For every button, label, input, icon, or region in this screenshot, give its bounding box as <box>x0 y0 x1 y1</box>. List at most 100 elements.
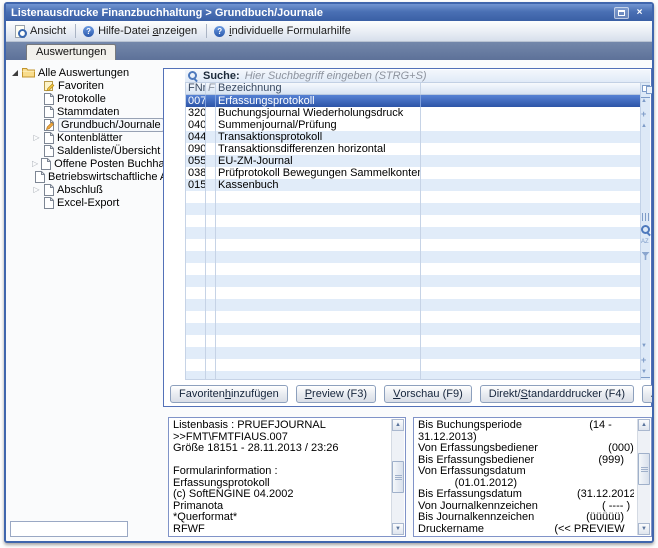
direkt-standarddrucker-f4-button[interactable]: Direkt/Standarddrucker (F4) <box>480 385 634 403</box>
cell-fnr: 015 <box>186 179 206 191</box>
tree-item-protokolle[interactable]: Protokolle <box>32 92 166 105</box>
table-row-empty <box>186 299 640 311</box>
document-icon <box>44 145 54 157</box>
cell-flag <box>206 275 216 287</box>
tree-item-favoriten[interactable]: Favoriten <box>32 79 166 92</box>
column-chooser-icon[interactable] <box>642 85 650 92</box>
cell-bezeichnung <box>216 335 421 347</box>
favoriten-hinzufugen-button[interactable]: Favoriten hinzufügen <box>170 385 288 403</box>
tree-item-label: Favoriten <box>58 80 104 92</box>
columns-icon[interactable] <box>642 213 649 221</box>
tab-auswertungen[interactable]: Auswertungen <box>26 44 116 60</box>
scroll-up-icon[interactable]: ▲ <box>641 123 650 132</box>
column-header-bezeichnung[interactable]: Bezeichnung <box>216 83 421 94</box>
table-row[interactable]: 090Transaktionsdifferenzen horizontal <box>186 143 640 155</box>
cell-bezeichnung <box>216 359 421 371</box>
tree-item-betriebswirtschaftliche-auswertungen[interactable]: Betriebswirtschaftliche Auswertungen <box>32 170 166 183</box>
strip-corner <box>641 83 650 92</box>
scroll-up-button[interactable]: ▲ <box>392 419 404 431</box>
column-header-f[interactable]: F <box>206 83 216 94</box>
table-row[interactable]: 320Buchungsjournal Wiederholungsdruck <box>186 107 640 119</box>
cell-bezeichnung <box>216 347 421 359</box>
tree-item-stammdaten[interactable]: Stammdaten <box>32 105 166 118</box>
scrollbar[interactable]: ▲▼ <box>391 419 404 535</box>
column-header-fnr[interactable]: FNr <box>186 83 206 94</box>
scrollbar[interactable]: ▲▼ <box>637 419 650 535</box>
ansicht-button[interactable]: Ansicht <box>10 24 72 38</box>
tree-item-abschluss[interactable]: ▷ Abschluß <box>32 183 166 196</box>
scrollbar-thumb[interactable] <box>392 461 404 493</box>
table-row[interactable]: 015Kassenbuch <box>186 179 640 191</box>
table-row[interactable]: 007 Erfassungsprotokoll <box>186 95 640 107</box>
tree-item-offene-posten-buchhaltung[interactable]: ▷Offene Posten Buchhaltung <box>32 157 166 170</box>
table-row[interactable]: 038Prüfprotokoll Bewegungen Sammelkonten <box>186 167 640 179</box>
cell-bezeichnung <box>216 239 421 251</box>
table-row[interactable]: 040Summenjournal/Prüfung <box>186 119 640 131</box>
bottom-left-field[interactable] <box>10 521 128 537</box>
table-row-empty <box>186 275 640 287</box>
search-icon[interactable] <box>641 225 651 235</box>
search-bar[interactable]: Suche: Hier Suchbegriff eingeben (STRG+S… <box>185 70 650 83</box>
cell-flag <box>206 371 216 380</box>
table-row-empty <box>186 251 640 263</box>
tree-item-kontenblatter[interactable]: ▷ Kontenblätter <box>32 131 166 144</box>
sort-az-icon[interactable]: AZ <box>641 239 650 248</box>
table-row[interactable]: 044Transaktionsprotokoll <box>186 131 640 143</box>
scroll-up-button[interactable]: ▲ <box>638 419 650 431</box>
expander-closed-icon[interactable]: ▷ <box>32 133 41 142</box>
view-icon <box>14 25 26 37</box>
expander-closed-icon[interactable]: ▷ <box>32 185 41 194</box>
hilfe-datei-anzeigen-button[interactable]: ?Hilfe-Datei anzeigen <box>79 24 203 38</box>
vorschau-f9-button[interactable]: Vorschau (F9) <box>384 385 472 403</box>
close-button[interactable]: × <box>632 7 647 19</box>
tree-item-saldenliste-ubersicht[interactable]: Saldenliste/Übersicht <box>32 144 166 157</box>
tree-item-excel-export[interactable]: Excel-Export <box>32 196 166 209</box>
jump-bottom-icon[interactable]: ▼ <box>641 369 650 378</box>
individuelle-formularhilfe-button[interactable]: ?individuelle Formularhilfe <box>210 24 357 38</box>
tree-item-grundbuch-journale[interactable]: Grundbuch/Journale <box>32 118 166 131</box>
move-down-icon[interactable]: + <box>641 356 650 365</box>
restore-button[interactable] <box>614 7 629 19</box>
cell-bezeichnung <box>216 287 421 299</box>
table-row[interactable]: 055EU-ZM-Journal <box>186 155 640 167</box>
tree-item-label: Kontenblätter <box>57 132 122 144</box>
favorites-icon <box>44 80 55 92</box>
cell-flag <box>206 179 216 191</box>
jump-top-icon[interactable]: ▲ <box>641 97 650 106</box>
expander-closed-icon[interactable]: ▷ <box>32 159 38 168</box>
preview-f3-button[interactable]: Preview (F3) <box>296 385 376 403</box>
cell-flag <box>206 107 216 119</box>
toolbar-separator <box>75 24 76 38</box>
cell-fnr: 007 <box>186 95 206 107</box>
scroll-down-button[interactable]: ▼ <box>392 523 404 535</box>
tree-item-label: Grundbuch/Journale <box>58 118 164 132</box>
app-window: Listenausdrucke Finanzbuchhaltung > Grun… <box>4 2 654 543</box>
strip-bot: ▼ + ▼ <box>641 343 650 378</box>
cell-bezeichnung: Erfassungsprotokoll <box>216 95 421 107</box>
document-icon <box>41 158 51 170</box>
cell-flag <box>206 299 216 311</box>
cell-extra <box>421 167 640 179</box>
table-row-empty <box>186 323 640 335</box>
cell-flag <box>206 347 216 359</box>
cell-bezeichnung: EU-ZM-Journal <box>216 155 421 167</box>
scrollbar-thumb[interactable] <box>638 453 650 485</box>
tree-item-alle-auswertungen[interactable]: Alle Auswertungen <box>12 66 166 79</box>
scroll-down-button[interactable]: ▼ <box>638 523 650 535</box>
filter-icon[interactable] <box>642 252 650 260</box>
table-row-empty <box>186 239 640 251</box>
cell-fnr <box>186 215 206 227</box>
auswertung-drucken-button[interactable]: Auswertung drucken <box>642 385 654 403</box>
cell-bezeichnung <box>216 371 421 380</box>
strip-top: ▲ + ▲ <box>641 97 650 132</box>
table-row-empty <box>186 311 640 323</box>
search-placeholder: Hier Suchbegriff eingeben (STRG+S) <box>245 70 427 82</box>
expander-open-icon[interactable] <box>12 70 18 76</box>
column-header-extra[interactable] <box>421 83 640 94</box>
cell-extra <box>421 311 640 323</box>
move-up-icon[interactable]: + <box>641 110 650 119</box>
cell-flag <box>206 239 216 251</box>
tree-item-label: Abschluß <box>57 184 103 196</box>
cell-extra <box>421 107 640 119</box>
scroll-down-icon[interactable]: ▼ <box>641 343 650 352</box>
